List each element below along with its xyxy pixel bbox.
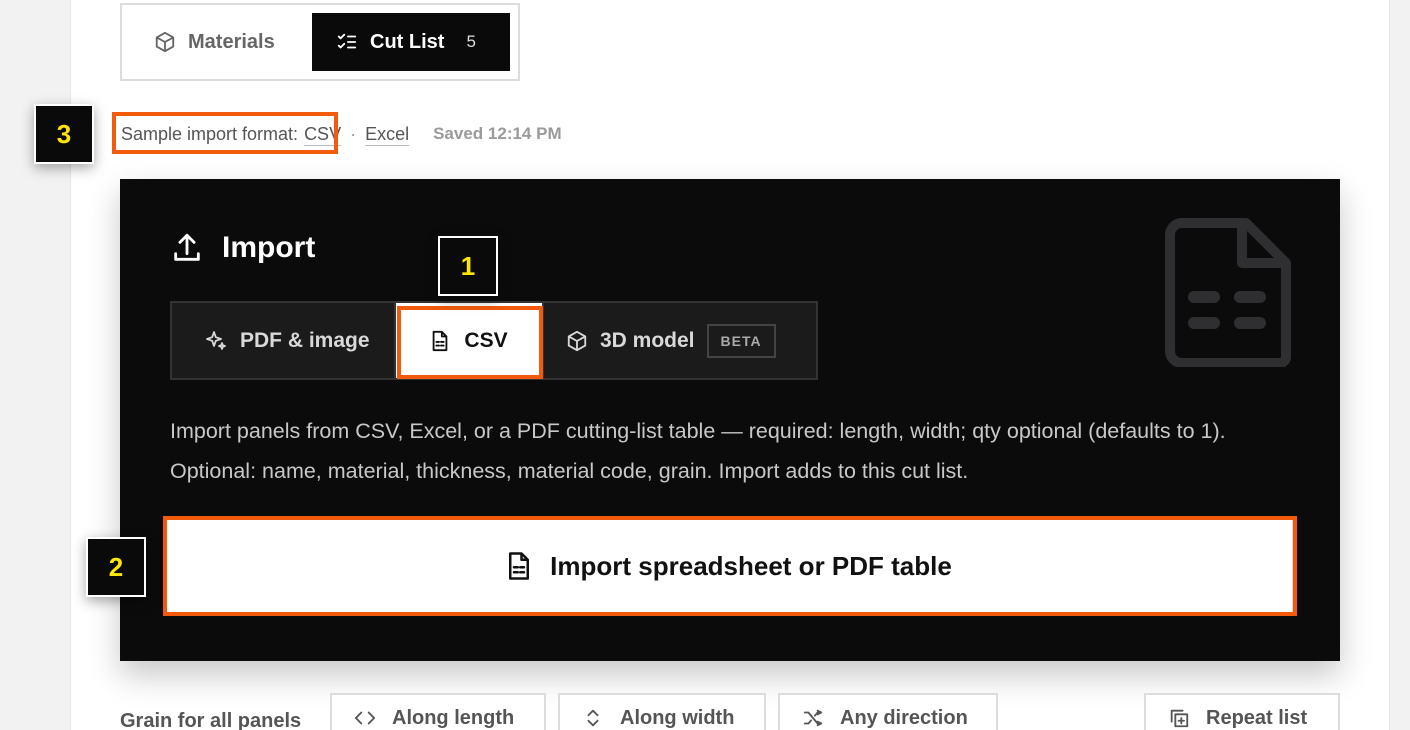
format-separator: · bbox=[350, 123, 357, 144]
repeat-list-button[interactable]: Repeat list bbox=[1144, 693, 1340, 730]
upload-icon bbox=[174, 233, 200, 261]
grain-along-length-button[interactable]: Along length bbox=[330, 693, 546, 730]
highlight-import-button bbox=[163, 516, 1297, 616]
import-title: Import bbox=[222, 231, 316, 264]
cut-list-count-badge: 5 bbox=[466, 32, 476, 51]
mode-3d-model[interactable]: 3D model BETA bbox=[566, 303, 776, 378]
import-heading: Import bbox=[170, 231, 315, 265]
checklist-icon bbox=[337, 33, 357, 49]
spreadsheet-file-icon bbox=[1165, 218, 1291, 367]
grain-label: Grain for all panels bbox=[120, 710, 302, 730]
annotation-marker-2: 2 bbox=[86, 537, 146, 597]
repeat-list-label: Repeat list bbox=[1206, 706, 1308, 729]
shuffle-icon bbox=[803, 709, 823, 727]
cube-icon bbox=[155, 31, 175, 53]
tab-materials[interactable]: Materials bbox=[154, 13, 275, 71]
mode-pdf-image[interactable]: PDF & image bbox=[204, 303, 370, 378]
grain-along-length-label: Along length bbox=[392, 706, 515, 729]
chevrons-up-down-icon bbox=[587, 709, 599, 727]
mode-pdf-label: PDF & image bbox=[240, 328, 370, 352]
saved-status: Saved 12:14 PM bbox=[433, 124, 562, 143]
sample-excel-link[interactable]: Excel bbox=[365, 124, 409, 145]
mode-3d-label: 3D model bbox=[600, 328, 695, 352]
cube-icon bbox=[567, 330, 587, 351]
grain-any-direction-button[interactable]: Any direction bbox=[778, 693, 998, 730]
sparkles-icon bbox=[206, 330, 226, 350]
grain-any-direction-label: Any direction bbox=[840, 706, 968, 729]
highlight-sample-format bbox=[112, 112, 338, 154]
copy-plus-icon bbox=[1170, 709, 1189, 728]
beta-badge: BETA bbox=[706, 323, 776, 358]
grain-along-width-button[interactable]: Along width bbox=[558, 693, 766, 730]
view-switch: Materials Cut List 5 bbox=[120, 3, 520, 81]
tab-cut-list[interactable]: Cut List 5 bbox=[312, 13, 510, 71]
highlight-csv-mode bbox=[397, 306, 543, 379]
tab-materials-label: Materials bbox=[188, 30, 275, 53]
import-description: Import panels from CSV, Excel, or a PDF … bbox=[170, 419, 1226, 483]
code-brackets-icon bbox=[354, 711, 376, 725]
annotation-marker-3: 3 bbox=[34, 104, 94, 164]
annotation-marker-1: 1 bbox=[438, 236, 498, 296]
grain-along-width-label: Along width bbox=[620, 706, 735, 729]
tab-cut-list-label: Cut List bbox=[370, 30, 445, 53]
